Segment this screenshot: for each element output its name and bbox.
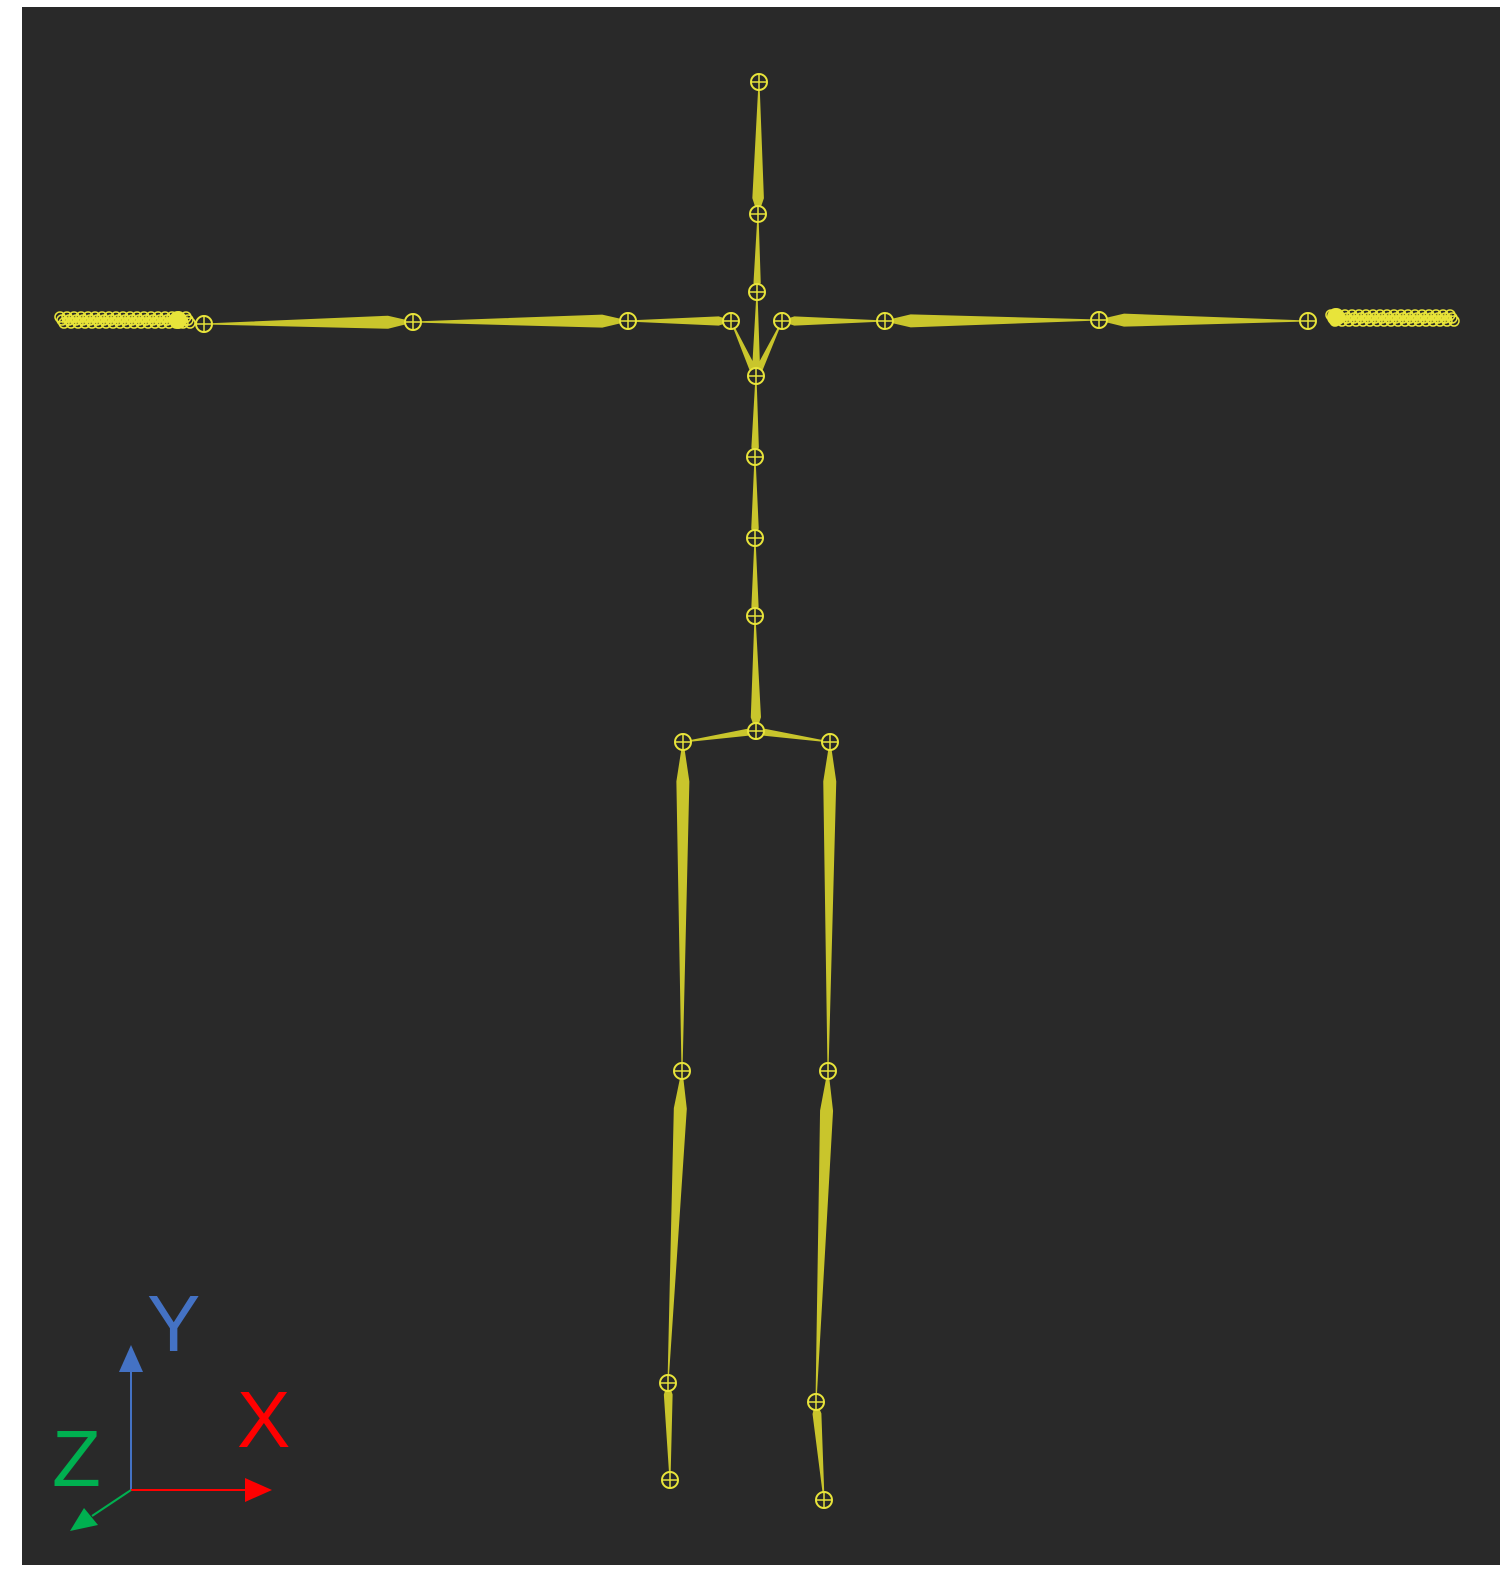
joint-left-toe[interactable] <box>661 1471 679 1489</box>
bone-right-knee-to-right-ankle <box>815 1070 834 1403</box>
axis-gizmo[interactable]: Y X Z <box>52 1279 290 1531</box>
z-axis-label: Z <box>52 1414 101 1503</box>
joint-left-wrist[interactable] <box>195 315 213 333</box>
joint-right-toe[interactable] <box>815 1491 833 1509</box>
bone-chest-to-right-clavicle <box>755 320 783 378</box>
bone-left-ankle-to-left-toe <box>663 1381 673 1481</box>
joint-left-ankle[interactable] <box>659 1374 677 1392</box>
joint-spine-1[interactable] <box>746 607 764 625</box>
y-axis-arrow-icon <box>119 1345 143 1372</box>
bone-right-elbow-to-right-wrist <box>1098 313 1309 327</box>
joint-neck[interactable] <box>748 283 766 301</box>
joint-head[interactable] <box>749 205 767 223</box>
z-axis-arrow-icon <box>70 1508 98 1531</box>
bone-hips-to-right-upleg <box>754 728 831 743</box>
bone-left-knee-to-left-ankle <box>667 1070 687 1384</box>
bone-spine-2-to-spine-3 <box>751 456 759 540</box>
joint-right-shoulder[interactable] <box>876 312 894 330</box>
joint-spine-2[interactable] <box>746 529 764 547</box>
bone-neck-to-head <box>753 213 761 294</box>
bone-left-clavicle-to-left-shoulder <box>627 316 733 326</box>
joints <box>195 73 1317 1509</box>
right-palm-joint[interactable] <box>1327 308 1345 326</box>
joint-spine-3[interactable] <box>746 448 764 466</box>
joint-right-knee[interactable] <box>819 1062 837 1080</box>
bone-hips-to-spine-1 <box>750 615 761 733</box>
joint-right-ankle[interactable] <box>807 1393 825 1411</box>
joint-chest[interactable] <box>747 367 765 385</box>
joint-right-clavicle[interactable] <box>773 312 791 330</box>
bone-right-upleg-to-right-knee <box>823 741 837 1072</box>
joint-right-wrist[interactable] <box>1299 312 1317 330</box>
joint-left-elbow[interactable] <box>404 313 422 331</box>
joint-hips[interactable] <box>747 722 765 740</box>
y-axis-label: Y <box>147 1279 200 1368</box>
bone-left-shoulder-to-left-elbow <box>412 314 629 328</box>
joint-right-elbow[interactable] <box>1090 311 1108 329</box>
bone-head-to-head-top <box>752 81 764 216</box>
x-axis-label: X <box>237 1375 290 1464</box>
left-palm-joint[interactable] <box>169 311 187 329</box>
bone-left-upleg-to-left-knee <box>676 741 690 1072</box>
bone-left-elbow-to-left-wrist <box>203 315 414 329</box>
joint-left-clavicle[interactable] <box>722 312 740 330</box>
bone-hips-to-left-upleg <box>682 728 758 743</box>
bone-right-shoulder-to-right-elbow <box>884 314 1100 328</box>
skeleton-scene: Y X Z <box>52 73 1460 1531</box>
x-axis-arrow-icon <box>245 1478 272 1502</box>
joint-head-top[interactable] <box>750 73 768 91</box>
bone-right-ankle-to-right-toe <box>812 1400 825 1501</box>
bone-right-clavicle-to-right-shoulder <box>780 316 886 326</box>
bone-chest-to-left-clavicle <box>730 320 757 378</box>
bone-spine-3-to-chest <box>751 375 759 459</box>
bone-spine-1-to-spine-2 <box>751 537 759 618</box>
joint-right-upleg[interactable] <box>821 733 839 751</box>
joint-left-knee[interactable] <box>673 1062 691 1080</box>
joint-left-upleg[interactable] <box>674 733 692 751</box>
joint-left-shoulder[interactable] <box>619 312 637 330</box>
